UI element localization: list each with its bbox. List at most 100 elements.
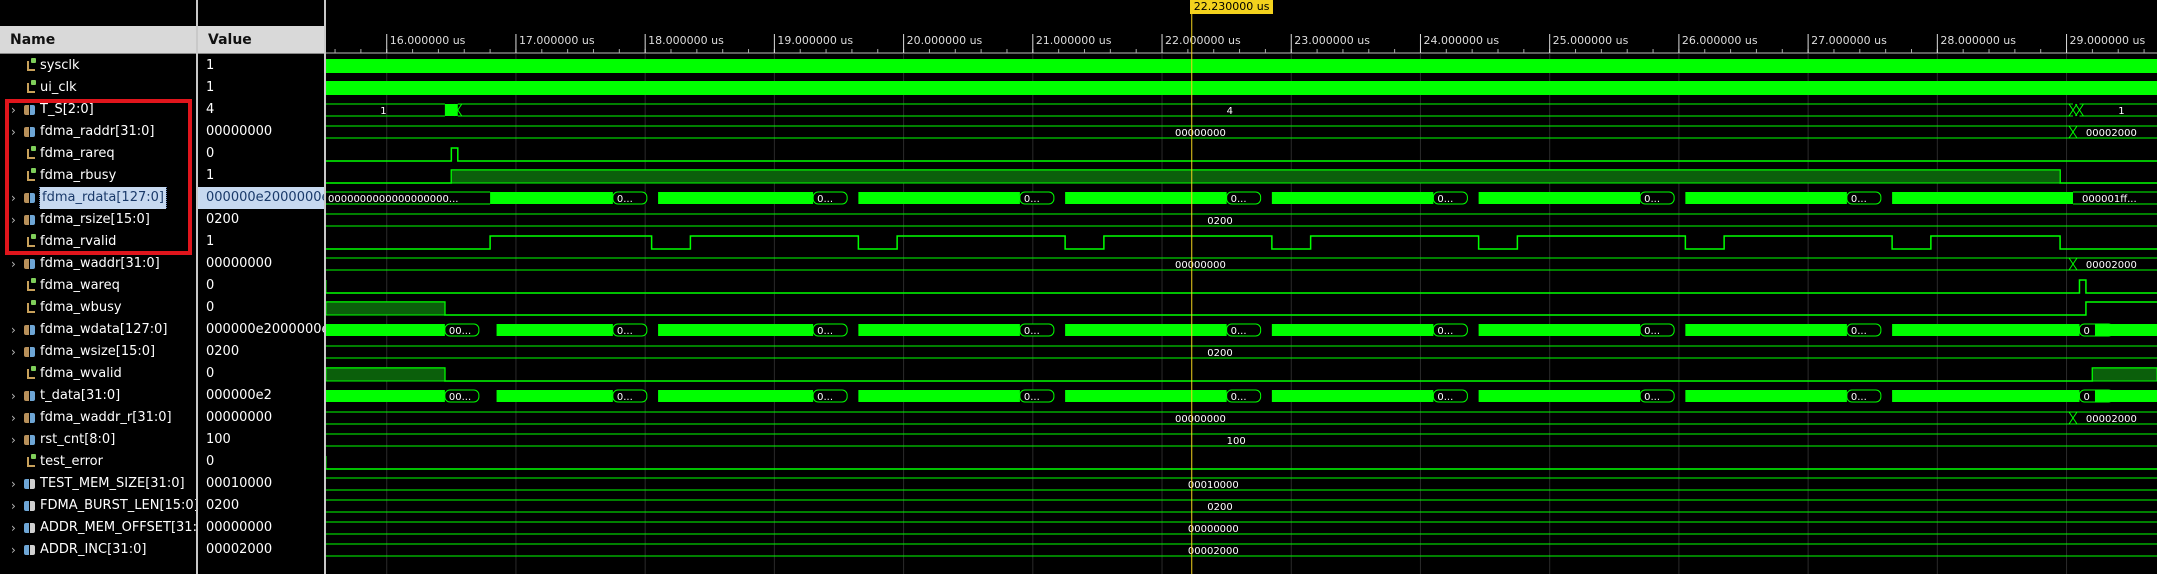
bus-value-label: 100 (1227, 436, 1246, 447)
bus-value-label: 00000000 (1175, 128, 1226, 139)
bus-value-label: 0... (1851, 392, 1867, 403)
bus-data-fill (658, 324, 814, 336)
expand-chevron-icon[interactable]: › (11, 319, 16, 341)
bus-data-fill (1478, 192, 1641, 204)
waveform-area[interactable]: 16.000000 us 17.000000 us 18.000000 us 19.0… (326, 0, 2157, 574)
signal-row[interactable]: › fdma_wdata[127:0] (0, 319, 196, 341)
ruler-tick-label: 29.000000 us (2070, 34, 2146, 47)
name-column-header[interactable]: Name (0, 26, 196, 54)
signal-value: 00000000 (206, 124, 273, 139)
expand-chevron-icon[interactable]: › (11, 187, 16, 209)
signal-value: 1 (206, 58, 215, 73)
signal-value: 0 (206, 366, 215, 381)
bus-value-label: 0... (1644, 392, 1660, 403)
signal-row[interactable]: › rst_cnt[8:0] (0, 429, 196, 451)
bus-data-fill (2094, 390, 2157, 402)
signal-row[interactable]: › ADDR_MEM_OFFSET[31:0] (0, 517, 196, 539)
signal-value: 00000000 (206, 520, 273, 535)
signal-row[interactable]: fdma_wvalid (0, 363, 196, 385)
bus-data-fill (858, 390, 1020, 402)
value-column-header[interactable]: Value (198, 26, 324, 54)
signal-row[interactable]: fdma_rbusy (0, 165, 196, 187)
bus-transition (2068, 257, 2078, 271)
parameter-icon (24, 523, 35, 533)
signal-row[interactable]: ui_clk (0, 77, 196, 99)
signal-value: 4 (206, 102, 215, 117)
bus-data-fill (1478, 390, 1641, 402)
signal-row[interactable]: › ADDR_INC[31:0] (0, 539, 196, 561)
signal-row[interactable]: fdma_wbusy (0, 297, 196, 319)
bus-data-fill (858, 192, 1020, 204)
signal-value: 000000e2 (206, 388, 272, 403)
bus-data-fill (1685, 324, 1847, 336)
bus-value-label: 0... (1231, 326, 1247, 337)
bus-transition (2068, 103, 2078, 117)
parameter-icon (24, 501, 35, 511)
expand-chevron-icon[interactable]: › (11, 385, 16, 407)
expand-chevron-icon[interactable]: › (11, 121, 16, 143)
signal-icon (27, 300, 36, 313)
signal-row[interactable]: fdma_rareq (0, 143, 196, 165)
signal-row[interactable]: › fdma_waddr_r[31:0] (0, 407, 196, 429)
expand-chevron-icon[interactable]: › (11, 495, 16, 517)
expand-chevron-icon[interactable]: › (11, 253, 16, 275)
bus-value-label: 0... (617, 326, 633, 337)
bus-value-label: 0... (1437, 326, 1453, 337)
bus-data-fill (1065, 324, 1227, 336)
bus-icon (24, 105, 35, 115)
ruler-tick-label: 28.000000 us (1940, 34, 2016, 47)
signal-icon (27, 454, 36, 467)
expand-chevron-icon[interactable]: › (11, 517, 16, 539)
expand-chevron-icon[interactable]: › (11, 539, 16, 561)
signal-value: 0200 (206, 344, 240, 359)
bus-data-fill (1065, 390, 1227, 402)
bus-icon (24, 193, 35, 203)
signal-row[interactable]: › T_S[2:0] (0, 99, 196, 121)
signal-name: TEST_MEM_SIZE[31:0] (40, 476, 185, 491)
signal-value: 100 (206, 432, 231, 447)
bus-data-fill (658, 390, 814, 402)
ruler-tick-label: 25.000000 us (1553, 34, 1629, 47)
signal-row[interactable]: › fdma_wsize[15:0] (0, 341, 196, 363)
expand-chevron-icon[interactable]: › (11, 429, 16, 451)
signal-row[interactable]: › TEST_MEM_SIZE[31:0] (0, 473, 196, 495)
bus-value-label: 0200 (1207, 502, 1232, 513)
signal-value: 0 (206, 454, 215, 469)
expand-chevron-icon[interactable]: › (11, 407, 16, 429)
bus-icon (24, 325, 35, 335)
bus-transition (2068, 125, 2078, 139)
signal-row[interactable]: test_error (0, 451, 196, 473)
signal-row[interactable]: › fdma_rsize[15:0] (0, 209, 196, 231)
cursor-time-label[interactable]: 22.230000 us (1189, 0, 1274, 14)
signal-value: 000000e2000000e (206, 322, 324, 337)
signal-row[interactable]: fdma_rvalid (0, 231, 196, 253)
bus-value-label: 0... (1437, 194, 1453, 205)
signal-row[interactable]: fdma_wareq (0, 275, 196, 297)
bus-icon (24, 347, 35, 357)
bus-data-fill (1271, 324, 1434, 336)
waveform-canvas[interactable]: 16.000000 us 17.000000 us 18.000000 us 19.0… (326, 0, 2157, 574)
signal-name: fdma_rbusy (40, 168, 117, 183)
signal-row[interactable]: › fdma_raddr[31:0] (0, 121, 196, 143)
expand-chevron-icon[interactable]: › (11, 99, 16, 121)
signal-icon (27, 278, 36, 291)
expand-chevron-icon[interactable]: › (11, 341, 16, 363)
bus-data-fill (444, 104, 458, 116)
logic-wave (326, 301, 2157, 316)
expand-chevron-icon[interactable]: › (11, 209, 16, 231)
signal-row[interactable]: › fdma_rdata[127:0] (0, 187, 196, 209)
signal-row[interactable]: › t_data[31:0] (0, 385, 196, 407)
signal-row[interactable]: › fdma_waddr[31:0] (0, 253, 196, 275)
signal-name: t_data[31:0] (40, 388, 121, 403)
ruler-tick-label: 21.000000 us (1036, 34, 1112, 47)
signal-row[interactable]: › FDMA_BURST_LEN[15:0] (0, 495, 196, 517)
logic-wave (326, 235, 2157, 250)
bus-icon (24, 259, 35, 269)
expand-chevron-icon[interactable]: › (11, 473, 16, 495)
bus-icon (24, 413, 35, 423)
bus-data-fill (658, 192, 814, 204)
ruler-tick-label: 19.000000 us (777, 34, 853, 47)
bus-value-label: 0... (1231, 194, 1247, 205)
bus-value-label: 0200 (1207, 348, 1232, 359)
signal-row[interactable]: sysclk (0, 55, 196, 77)
